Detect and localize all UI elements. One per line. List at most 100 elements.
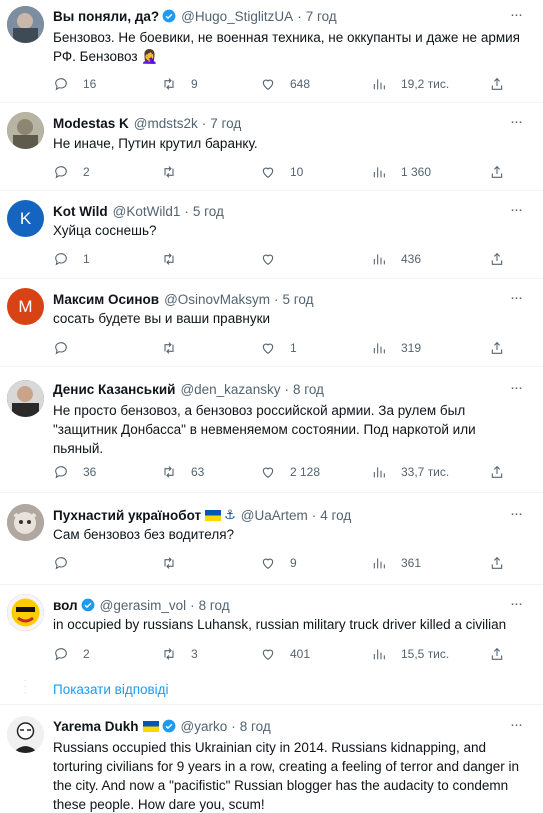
separator-dot: · xyxy=(231,718,236,734)
share-button[interactable] xyxy=(489,646,505,662)
share-button[interactable] xyxy=(489,251,505,267)
tweet-text: Не иначе, Путин крутил баранку. xyxy=(53,136,258,151)
share-button[interactable] xyxy=(489,164,505,180)
user-handle[interactable]: @OsinovMaksym xyxy=(164,292,270,307)
heart-icon xyxy=(262,649,274,660)
display-name[interactable]: Modestas K xyxy=(53,116,129,131)
retweet-button[interactable]: 3 xyxy=(161,646,198,662)
tweet-text: Сам бензовоз без водителя? xyxy=(53,527,235,542)
reply-button[interactable]: 16 xyxy=(53,76,96,92)
timestamp[interactable]: 7 год xyxy=(210,116,241,131)
views-count: 15,5 тис. xyxy=(401,647,450,661)
timestamp[interactable]: 8 год xyxy=(293,382,324,397)
tweet[interactable]: М Максим Осинов @OsinovMaksym · 5 год ··… xyxy=(0,279,543,367)
views-button[interactable]: 15,5 тис. xyxy=(371,646,449,662)
views-button[interactable]: 436 xyxy=(371,251,421,267)
tweet[interactable]: Modestas K @mdsts2k · 7 год ··· Не иначе… xyxy=(0,103,543,191)
like-button[interactable]: 9 xyxy=(260,555,297,571)
display-name[interactable]: Yarema Dukh xyxy=(53,719,139,734)
reply-icon xyxy=(55,78,67,91)
more-options-icon[interactable]: ··· xyxy=(507,380,525,401)
like-button[interactable]: 1 xyxy=(260,340,297,356)
display-name[interactable]: вол xyxy=(53,598,78,613)
like-button[interactable]: 401 xyxy=(260,646,310,662)
timestamp[interactable]: 5 год xyxy=(193,204,224,219)
views-button[interactable]: 361 xyxy=(371,555,421,571)
timestamp[interactable]: 4 год xyxy=(320,508,351,523)
avatar-image-icon xyxy=(7,504,44,541)
views-count: 319 xyxy=(401,341,422,355)
avatar[interactable] xyxy=(7,594,44,631)
tweet-actions: 36 63 2 128 33,7 тис. xyxy=(53,464,543,482)
show-replies-link[interactable]: Показати відповіді xyxy=(53,682,169,697)
verified-badge-icon xyxy=(81,598,95,612)
display-name[interactable]: Пухнастий українобот xyxy=(53,508,201,523)
share-icon xyxy=(491,556,503,569)
share-button[interactable] xyxy=(489,464,505,480)
tweet-header: Yarema Dukh @yarko · 8 год xyxy=(53,717,513,735)
avatar[interactable]: М xyxy=(7,288,44,325)
like-button[interactable] xyxy=(260,251,290,267)
avatar[interactable] xyxy=(7,380,44,417)
retweet-button[interactable] xyxy=(161,164,191,180)
timestamp[interactable]: 8 год xyxy=(240,719,271,734)
views-button[interactable]: 319 xyxy=(371,340,421,356)
views-button[interactable]: 19,2 тис. xyxy=(371,76,449,92)
user-handle[interactable]: @KotWild1 xyxy=(113,204,181,219)
avatar[interactable] xyxy=(7,6,44,43)
tweet[interactable]: Денис Казанський @den_kazansky · 8 год ·… xyxy=(0,367,543,493)
more-options-icon[interactable]: ··· xyxy=(507,7,525,28)
views-chart-icon xyxy=(373,167,385,178)
reply-count: 2 xyxy=(83,165,90,179)
share-button[interactable] xyxy=(489,555,505,571)
user-handle[interactable]: @UaArtem xyxy=(241,508,308,523)
reply-button[interactable]: 1 xyxy=(53,251,90,267)
like-button[interactable]: 10 xyxy=(260,164,303,180)
views-button[interactable]: 1 360 xyxy=(371,164,431,180)
separator-dot: · xyxy=(184,203,189,219)
share-button[interactable] xyxy=(489,340,505,356)
like-button[interactable]: 648 xyxy=(260,76,310,92)
share-button[interactable] xyxy=(489,76,505,92)
display-name[interactable]: Kot Wild xyxy=(53,204,108,219)
reply-button[interactable] xyxy=(53,555,83,571)
heart-icon xyxy=(262,558,274,569)
retweet-button[interactable]: 63 xyxy=(161,464,204,480)
reply-button[interactable]: 36 xyxy=(53,464,96,480)
tweet[interactable]: вол @gerasim_vol · 8 год ··· in occupied… xyxy=(0,585,543,675)
user-handle[interactable]: @den_kazansky xyxy=(180,382,280,397)
reply-button[interactable]: 2 xyxy=(53,164,90,180)
avatar[interactable] xyxy=(7,504,44,541)
display-name[interactable]: Вы поняли, да? xyxy=(53,9,159,24)
display-name[interactable]: Денис Казанський xyxy=(53,382,175,397)
avatar[interactable] xyxy=(7,112,44,149)
retweet-button[interactable]: 9 xyxy=(161,76,198,92)
tweet[interactable]: K Kot Wild @KotWild1 · 5 год ··· Хуйца с… xyxy=(0,191,543,279)
tweet[interactable]: Пухнастий українобот ⚓ @UaArtem · 4 год … xyxy=(0,493,543,585)
retweet-button[interactable] xyxy=(161,340,191,356)
user-handle[interactable]: @yarko xyxy=(181,719,228,734)
heart-icon xyxy=(262,79,274,90)
timestamp[interactable]: 8 год xyxy=(199,598,230,613)
retweet-button[interactable] xyxy=(161,555,191,571)
timestamp[interactable]: 5 год xyxy=(283,292,314,307)
like-button[interactable]: 2 128 xyxy=(260,464,320,480)
user-handle[interactable]: @gerasim_vol xyxy=(100,598,186,613)
retweet-button[interactable] xyxy=(161,251,191,267)
more-options-icon[interactable]: ··· xyxy=(507,114,525,135)
avatar[interactable] xyxy=(7,716,44,753)
show-replies-row[interactable]: · · · Показати відповіді xyxy=(0,675,543,705)
timestamp[interactable]: 7 год xyxy=(306,9,337,24)
tweet[interactable]: Yarema Dukh @yarko · 8 год ··· Russians … xyxy=(0,705,543,813)
reply-button[interactable] xyxy=(53,340,83,356)
user-handle[interactable]: @Hugo_StiglitzUA xyxy=(181,9,293,24)
tweet-header: Денис Казанський @den_kazansky · 8 год xyxy=(53,380,513,398)
tweet[interactable]: Вы поняли, да? @Hugo_StiglitzUA · 7 год … xyxy=(0,0,543,103)
reply-button[interactable]: 2 xyxy=(53,646,90,662)
tweet-header: вол @gerasim_vol · 8 год xyxy=(53,596,513,614)
more-options-icon[interactable]: ··· xyxy=(507,717,525,738)
display-name[interactable]: Максим Осинов xyxy=(53,292,159,307)
avatar[interactable]: K xyxy=(7,200,44,237)
views-button[interactable]: 33,7 тис. xyxy=(371,464,449,480)
user-handle[interactable]: @mdsts2k xyxy=(134,116,198,131)
